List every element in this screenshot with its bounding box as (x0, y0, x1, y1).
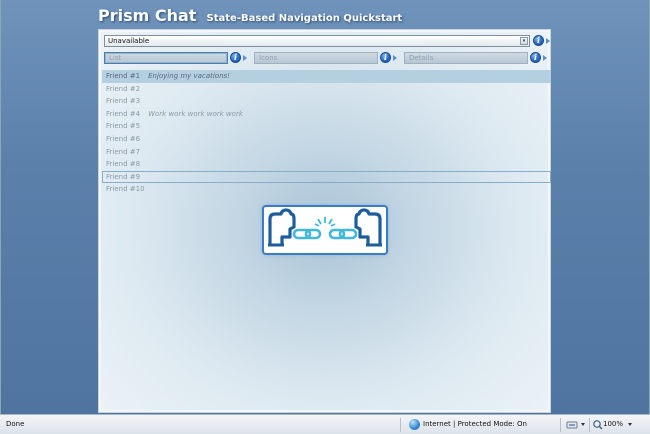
statusbar-divider (400, 418, 401, 432)
statusbar-divider (589, 418, 590, 432)
app-subtitle: State-Based Navigation Quickstart (206, 13, 403, 24)
browser-statusbar: Done Internet | Protected Mode: On 100% (0, 414, 650, 434)
friend-list-item[interactable]: Friend #8 (102, 158, 551, 171)
friend-name: Friend #9 (106, 172, 141, 181)
tab-details-label: Details (409, 54, 434, 62)
status-row: Unavailable ▾ i (104, 35, 550, 47)
details-expand-icon[interactable] (543, 55, 547, 61)
friend-list: Friend #1 Enjoying my vacations! Friend #2… (102, 70, 551, 196)
tab-icons[interactable]: Icons (254, 52, 378, 64)
friend-list-item[interactable]: Friend #6 (102, 133, 551, 146)
friend-status-message: Enjoying my vacations! (148, 72, 230, 80)
friend-list-item[interactable]: Friend #7 (102, 146, 551, 159)
friend-list-item[interactable]: Friend #9 (102, 170, 551, 184)
tab-list[interactable]: List (104, 52, 228, 64)
friend-status-message: Work work work work work (148, 109, 243, 118)
pen-settings-icon[interactable] (566, 419, 578, 430)
friend-list-item[interactable]: Friend #5 (102, 120, 551, 133)
list-expand-icon[interactable] (243, 55, 247, 61)
prism-logo (262, 205, 388, 255)
globe-icon (409, 419, 420, 430)
friend-name: Friend #6 (106, 134, 141, 143)
friend-name: Friend #5 (106, 122, 141, 131)
friend-list-item[interactable]: Friend #1 Enjoying my vacations! (102, 70, 551, 83)
app-title: Prism Chat (98, 6, 197, 25)
status-text: Done (6, 420, 25, 428)
details-info-icon[interactable]: i (530, 52, 541, 63)
status-expand-icon[interactable] (546, 38, 550, 44)
friend-name: Friend #10 (106, 185, 145, 194)
tab-list-label: List (109, 54, 122, 62)
chevron-down-icon[interactable] (581, 423, 585, 426)
friend-name: Friend #1 (106, 72, 141, 80)
friend-list-item[interactable]: Friend #2 (102, 83, 551, 96)
friend-name: Friend #8 (106, 160, 141, 169)
friend-name: Friend #2 (106, 84, 141, 93)
status-select[interactable]: Unavailable ▾ (104, 35, 530, 47)
friend-name: Friend #7 (106, 147, 141, 156)
chevron-down-icon[interactable] (628, 423, 632, 426)
status-select-value: Unavailable (108, 37, 150, 45)
friend-list-item[interactable]: Friend #3 (102, 95, 551, 108)
broken-chain-logo-icon (268, 208, 382, 247)
statusbar-divider (560, 418, 561, 432)
icons-info-icon[interactable]: i (380, 52, 391, 63)
friend-name: Friend #3 (106, 97, 141, 106)
tab-icons-label: Icons (259, 54, 278, 62)
list-info-icon[interactable]: i (230, 52, 241, 63)
icons-expand-icon[interactable] (393, 55, 397, 61)
status-info-icon[interactable]: i (533, 35, 544, 46)
security-zone-text[interactable]: Internet | Protected Mode: On (423, 415, 527, 434)
friend-name: Friend #4 (106, 109, 141, 118)
app-header: Prism Chat State-Based Navigation Quicks… (98, 6, 402, 28)
friend-list-item[interactable]: Friend #10 (102, 183, 551, 196)
zoom-level[interactable]: 100% (603, 415, 623, 434)
tab-details[interactable]: Details (404, 52, 528, 64)
chevron-down-icon[interactable]: ▾ (520, 37, 528, 45)
friend-list-item[interactable]: Friend #4 Work work work work work (102, 108, 551, 121)
